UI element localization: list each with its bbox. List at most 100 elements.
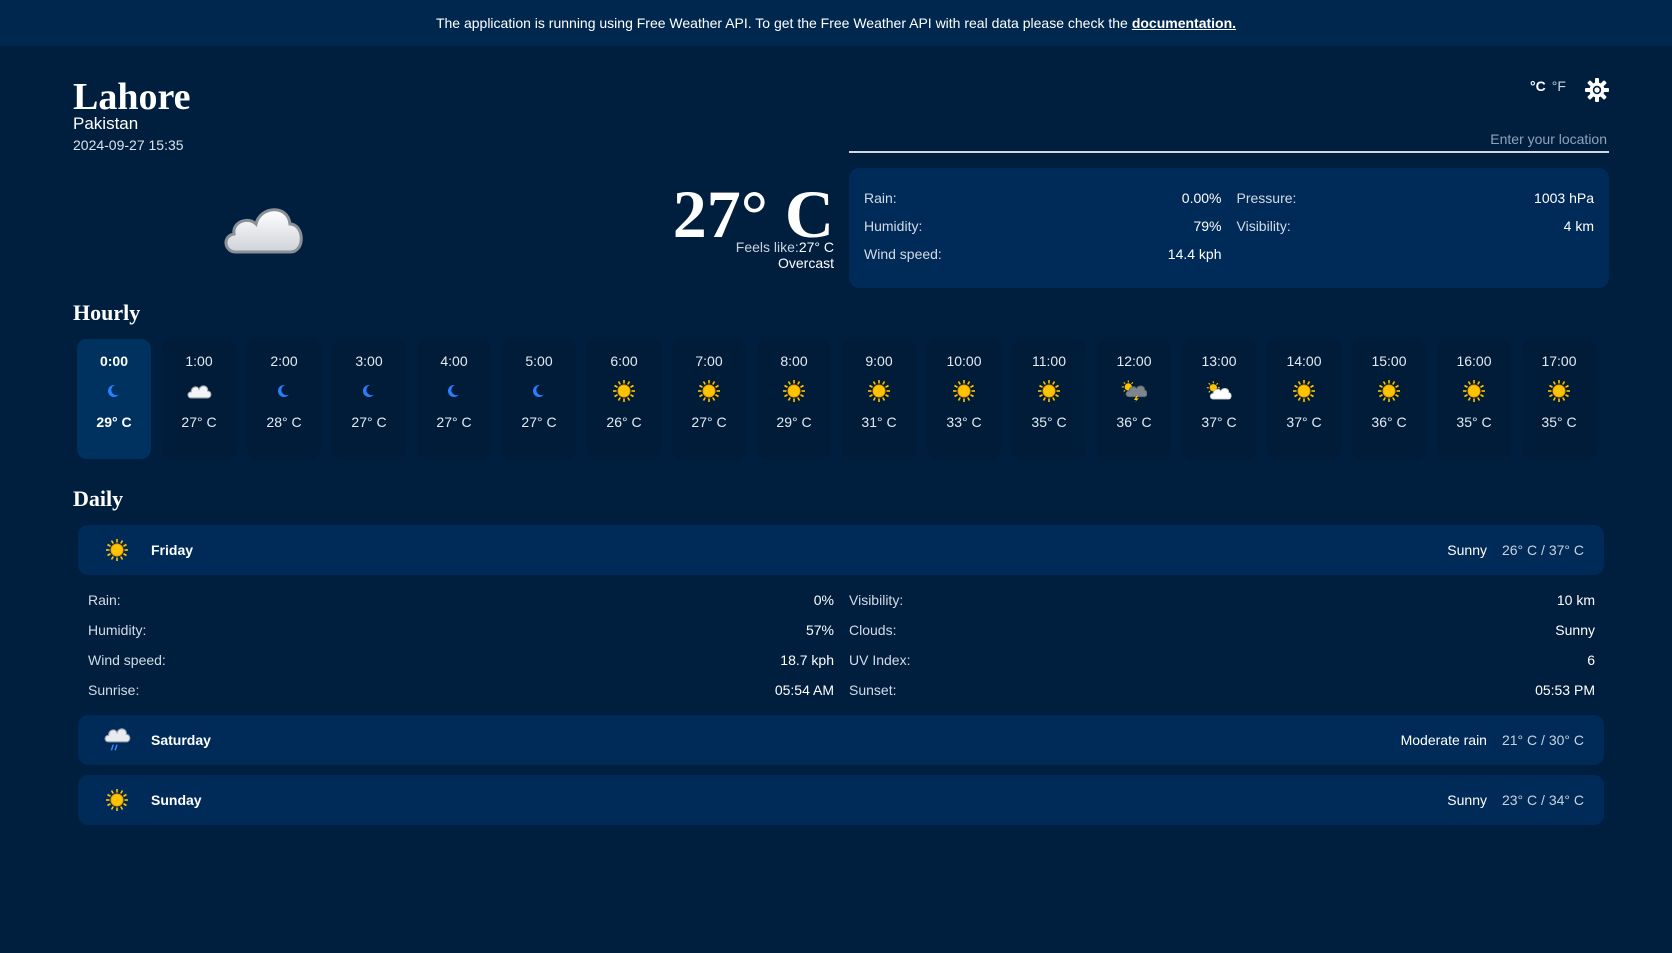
- hour-time: 5:00: [525, 353, 553, 369]
- hour-temp: 27° C: [691, 414, 727, 430]
- sun-icon: [951, 378, 977, 404]
- documentation-link[interactable]: documentation.: [1132, 15, 1236, 31]
- moon-icon: [526, 378, 552, 404]
- detail-humidity: Humidity: 57%: [88, 622, 834, 638]
- hour-temp: 29° C: [776, 414, 812, 430]
- feels-like-label: Feels like:: [735, 239, 799, 255]
- day-condition: Sunny: [1447, 792, 1487, 808]
- day-condition: Sunny: [1447, 542, 1487, 558]
- fahrenheit-option[interactable]: °F: [1552, 78, 1566, 94]
- partly-cloudy-icon: [1206, 378, 1232, 404]
- hour-temp: 29° C: [96, 414, 132, 430]
- detail-sunset: Sunset: 05:53 PM: [849, 682, 1595, 698]
- api-notice-banner: The application is running using Free We…: [0, 0, 1672, 46]
- cloud-icon: [224, 208, 303, 254]
- day-name: Friday: [151, 542, 194, 558]
- city-name: Lahore: [73, 76, 191, 118]
- hourly-card[interactable]: 17:00 35° C: [1522, 339, 1596, 459]
- country-name: Pakistan: [73, 114, 139, 133]
- current-stats-card: Rain: 0.00% Pressure: 1003 hPa Humidity: 79…: [849, 168, 1609, 288]
- hour-temp: 26° C: [606, 414, 642, 430]
- sun-icon: [1376, 378, 1402, 404]
- hourly-card[interactable]: 11:00 35° C: [1012, 339, 1086, 459]
- hour-time: 8:00: [780, 353, 808, 369]
- sun-icon: [103, 786, 131, 814]
- celsius-option[interactable]: °C: [1530, 78, 1546, 94]
- hour-time: 15:00: [1371, 353, 1407, 369]
- stat-visibility: Visibility: 4 km: [1236, 218, 1595, 234]
- hour-temp: 37° C: [1201, 414, 1237, 430]
- hour-time: 12:00: [1116, 353, 1152, 369]
- stat-wind-speed: Wind speed: 14.4 kph: [864, 246, 1222, 262]
- hourly-card[interactable]: 4:00 27° C: [417, 339, 491, 459]
- hour-time: 11:00: [1032, 353, 1066, 369]
- moon-icon: [271, 378, 297, 404]
- day-temp-range: 26° C / 37° C: [1501, 542, 1584, 558]
- stat-humidity: Humidity: 79%: [864, 218, 1222, 234]
- hourly-card[interactable]: 9:00 31° C: [842, 339, 916, 459]
- hour-temp: 27° C: [351, 414, 387, 430]
- hour-temp: 31° C: [861, 414, 897, 430]
- hourly-card[interactable]: 5:00 27° C: [502, 339, 576, 459]
- location-search-input[interactable]: [849, 127, 1609, 153]
- hourly-forecast: 0:00 29° C 1:00 27° C 2:00 28° C 3:00 27° C 4:00…: [77, 339, 1596, 459]
- hour-time: 4:00: [440, 353, 468, 369]
- moon-icon: [101, 378, 127, 404]
- hour-temp: 37° C: [1286, 414, 1322, 430]
- hourly-card[interactable]: 13:00 37° C: [1182, 339, 1256, 459]
- day-name: Sunday: [151, 792, 202, 808]
- hour-time: 10:00: [946, 353, 982, 369]
- hourly-card[interactable]: 14:00 37° C: [1267, 339, 1341, 459]
- hour-time: 3:00: [355, 353, 383, 369]
- daily-row-sunday[interactable]: Sunday Sunny 23° C / 34° C: [78, 775, 1604, 825]
- feels-like-value: 27° C: [798, 239, 834, 255]
- stat-pressure: Pressure: 1003 hPa: [1236, 190, 1595, 206]
- theme-toggle-icon[interactable]: [1584, 77, 1610, 103]
- hour-temp: 36° C: [1371, 414, 1407, 430]
- sun-icon: [103, 536, 131, 564]
- local-datetime: 2024-09-27 15:35: [73, 137, 184, 153]
- hour-temp: 28° C: [266, 414, 302, 430]
- hour-temp: 35° C: [1456, 414, 1492, 430]
- banner-text: The application is running using Free We…: [435, 15, 1128, 31]
- sun-icon: [781, 378, 807, 404]
- hourly-card[interactable]: 15:00 36° C: [1352, 339, 1426, 459]
- detail-wind-speed: Wind speed: 18.7 kph: [88, 652, 834, 668]
- hour-time: 0:00: [99, 353, 129, 369]
- current-condition: Overcast: [777, 255, 834, 271]
- hour-time: 16:00: [1456, 353, 1492, 369]
- sun-icon: [1461, 378, 1487, 404]
- detail-uv-index: UV Index: 6: [849, 652, 1595, 668]
- hourly-card[interactable]: 6:00 26° C: [587, 339, 661, 459]
- sun-icon: [1546, 378, 1572, 404]
- unit-toggle: °C °F: [1530, 78, 1566, 94]
- day-temp-range: 23° C / 34° C: [1501, 792, 1584, 808]
- sun-icon: [696, 378, 722, 404]
- sun-icon: [866, 378, 892, 404]
- daily-heading: Daily: [73, 486, 124, 511]
- hour-time: 1:00: [185, 353, 213, 369]
- day-name: Saturday: [151, 732, 211, 748]
- hour-temp: 36° C: [1116, 414, 1152, 430]
- hourly-card[interactable]: 16:00 35° C: [1437, 339, 1511, 459]
- hourly-card[interactable]: 0:00 29° C: [77, 339, 151, 459]
- hour-time: 14:00: [1286, 353, 1322, 369]
- daily-details-friday: Rain: 0% Visibility: 10 km Humidity: 57% Cl…: [88, 592, 1595, 698]
- hourly-card[interactable]: 8:00 29° C: [757, 339, 831, 459]
- hourly-card[interactable]: 7:00 27° C: [672, 339, 746, 459]
- hourly-card[interactable]: 10:00 33° C: [927, 339, 1001, 459]
- daily-row-saturday[interactable]: Saturday Moderate rain 21° C / 30° C: [78, 715, 1604, 765]
- hour-time: 9:00: [865, 353, 893, 369]
- hourly-card[interactable]: 2:00 28° C: [247, 339, 321, 459]
- detail-rain: Rain: 0%: [88, 592, 834, 608]
- hour-time: 13:00: [1201, 353, 1237, 369]
- hourly-card[interactable]: 3:00 27° C: [332, 339, 406, 459]
- hour-temp: 27° C: [181, 414, 217, 430]
- hourly-card[interactable]: 1:00 27° C: [162, 339, 236, 459]
- stat-rain: Rain: 0.00%: [864, 190, 1222, 206]
- hourly-card[interactable]: 12:00 36° C: [1097, 339, 1171, 459]
- daily-row-friday[interactable]: Friday Sunny 26° C / 37° C: [78, 525, 1604, 575]
- detail-visibility: Visibility: 10 km: [849, 592, 1595, 608]
- hour-temp: 35° C: [1541, 414, 1577, 430]
- hour-temp: 35° C: [1031, 414, 1067, 430]
